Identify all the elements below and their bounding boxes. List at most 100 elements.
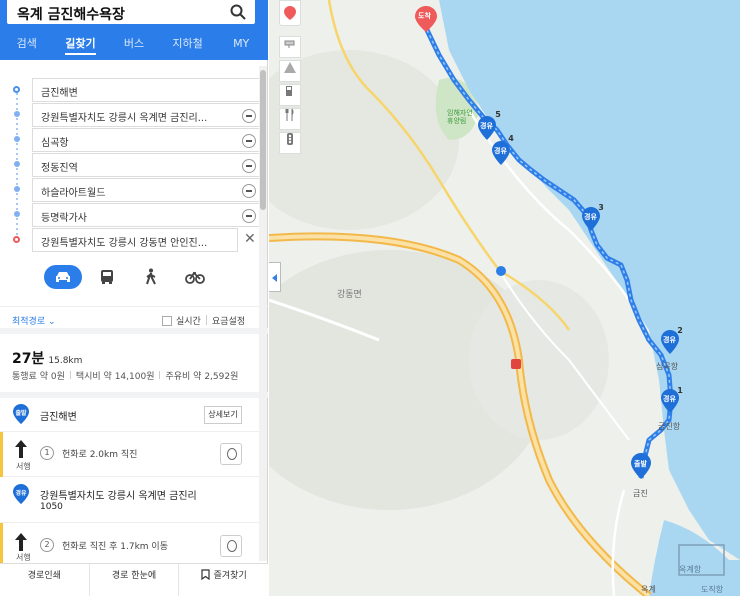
step-direction: 서행 — [16, 553, 31, 562]
map-view[interactable]: 도착 경유 경유 경유 경유 경유 출발 5 4 3 2 1 임해자연 휴양림 … — [269, 0, 740, 596]
scrollbar-thumb[interactable] — [260, 70, 266, 210]
end-dot-icon — [13, 236, 20, 243]
pin-tool-button[interactable] — [279, 0, 301, 26]
route-point-field[interactable]: 심곡항 — [32, 128, 262, 152]
collapse-panel-button[interactable] — [269, 262, 281, 292]
bookmark-icon — [201, 569, 210, 581]
gas-station-tool-button[interactable] — [279, 84, 301, 106]
remove-point-icon[interactable] — [242, 209, 256, 223]
remove-point-icon[interactable] — [242, 134, 256, 148]
mode-car-button[interactable] — [44, 265, 82, 289]
route-point-field[interactable]: 금진해변 — [32, 78, 262, 102]
warning-icon — [284, 62, 296, 73]
cctv-tool-button[interactable] — [279, 36, 301, 58]
via-dot-icon — [14, 211, 20, 217]
fare-settings-link[interactable]: 요금설정 — [212, 314, 245, 327]
remove-point-icon[interactable] — [242, 184, 256, 198]
street-view-button[interactable] — [220, 443, 242, 465]
tab-bus[interactable]: 버스 — [107, 33, 161, 57]
step-direction: 서행 — [16, 462, 31, 471]
step-color-bar — [0, 432, 3, 477]
via-marker-label: 경유 — [663, 336, 676, 344]
route-summary: 27분 15.8km — [12, 348, 82, 368]
route-costs: 통행료 약 0원 택시비 약 14,100원 주유비 약 2,592원 — [12, 369, 238, 382]
mode-walk-button[interactable] — [132, 265, 170, 289]
route-distance: 15.8km — [48, 356, 83, 366]
warning-tool-button[interactable] — [279, 60, 301, 82]
route-point-via: 하슬라아트월드 — [0, 176, 268, 202]
route-point-end: 강원특별자치도 강릉시 강동면 안인진... ✕ — [0, 226, 268, 252]
car-icon — [56, 272, 70, 282]
mode-bus-button[interactable] — [88, 265, 126, 289]
start-dot-icon — [13, 86, 20, 93]
map-label-okgye: 옥계 — [641, 585, 656, 594]
mode-bike-button[interactable] — [176, 265, 214, 289]
divider — [206, 315, 207, 325]
main-tabs: 검색 길찾기 버스 지하철 MY — [0, 33, 268, 57]
map-toolbar — [279, 0, 301, 156]
realtime-checkbox[interactable] — [162, 316, 172, 326]
route-point-field[interactable]: 강원특별자치도 강릉시 옥계면 금진리... — [32, 103, 262, 127]
step-text: 헌화로 직진 후 1.7km 이동 — [62, 542, 168, 552]
route-points-list: 금진해변 강원특별자치도 강릉시 옥계면 금진리... 심곡항 정동진역 하슬라… — [0, 76, 268, 252]
street-view-button[interactable] — [220, 535, 242, 557]
depart-marker-label: 출발 — [634, 460, 647, 468]
via-dot-icon — [14, 111, 20, 117]
bottom-action-bar: 경로인쇄 경로 한눈에 즐겨찾기 — [0, 563, 268, 596]
route-point-start: 금진해변 — [0, 76, 268, 102]
remove-point-icon[interactable] — [242, 159, 256, 173]
taxi-cost: 택시비 약 14,100원 — [75, 372, 155, 382]
start-badge: 출발 — [15, 410, 27, 417]
step-via[interactable]: 경유 강원특별자치도 강릉시 옥계면 금진리 1050 — [0, 477, 262, 523]
toll-cost: 통행료 약 0원 — [12, 372, 65, 382]
step-title: 금진해변 — [40, 412, 77, 423]
restaurant-tool-button[interactable] — [279, 108, 301, 130]
route-point-field[interactable]: 등명락가사 — [32, 203, 262, 227]
via-dot-icon — [14, 186, 20, 192]
favorite-button[interactable]: 즐겨찾기 — [179, 564, 268, 596]
route-point-field[interactable]: 강원특별자치도 강릉시 강동면 안인진... — [32, 228, 238, 252]
straight-arrow-icon — [15, 533, 27, 551]
directions-panel: 옥계 금진해수욕장 검색 길찾기 버스 지하철 MY 금진해변 강원특별자치도 … — [0, 0, 268, 596]
search-query[interactable]: 옥계 금진해수욕장 — [17, 4, 125, 24]
arrive-marker-label: 도착 — [418, 12, 431, 20]
route-sort-dropdown[interactable]: 최적경로 ⌄ — [12, 314, 56, 327]
detail-view-button[interactable]: 상세보기 — [204, 406, 242, 424]
bus-icon — [101, 270, 113, 284]
bike-icon — [185, 271, 205, 284]
top-bar: 옥계 금진해수욕장 검색 길찾기 버스 지하철 MY — [0, 0, 268, 60]
waypoint-number: 4 — [508, 134, 514, 143]
realtime-label[interactable]: 실시간 — [176, 314, 201, 327]
panel-scrollbar[interactable] — [259, 66, 267, 561]
step-title: 강원특별자치도 강릉시 옥계면 금진리 — [40, 491, 197, 502]
search-box[interactable]: 옥계 금진해수욕장 — [7, 0, 255, 24]
tab-subway[interactable]: 지하철 — [161, 33, 215, 57]
route-point-field[interactable]: 하슬라아트월드 — [32, 178, 262, 202]
route-overview-button[interactable]: 경로 한눈에 — [90, 564, 180, 596]
route-point-via: 강원특별자치도 강릉시 옥계면 금진리... — [0, 101, 268, 127]
via-dot-icon — [14, 161, 20, 167]
via-marker-label: 경유 — [584, 213, 597, 221]
print-route-button[interactable]: 경로인쇄 — [0, 564, 90, 596]
step-instruction[interactable]: 서행 2 헌화로 직진 후 1.7km 이동 — [0, 523, 262, 563]
step-number: 1 — [40, 446, 54, 460]
route-point-field[interactable]: 정동진역 — [32, 153, 262, 177]
route-point-via: 정동진역 — [0, 151, 268, 177]
tab-search[interactable]: 검색 — [0, 33, 54, 57]
via-marker-label: 경유 — [663, 395, 676, 403]
waypoint-number: 3 — [598, 203, 604, 212]
step-instruction[interactable]: 서행 1 헌화로 2.0km 직진 — [0, 432, 262, 477]
transport-modes — [44, 265, 224, 289]
road-number-icon — [496, 266, 506, 276]
step-start[interactable]: 출발 금진해변 상세보기 — [0, 398, 262, 432]
search-icon[interactable] — [229, 3, 247, 21]
traffic-light-icon — [287, 133, 293, 145]
traffic-light-tool-button[interactable] — [279, 132, 301, 154]
tab-directions[interactable]: 길찾기 — [54, 33, 108, 57]
via-badge: 경유 — [15, 490, 27, 497]
close-icon[interactable]: ✕ — [244, 231, 256, 247]
walk-icon — [146, 268, 156, 285]
tab-my[interactable]: MY — [214, 33, 268, 57]
gas-station-icon — [286, 86, 292, 96]
remove-point-icon[interactable] — [242, 109, 256, 123]
